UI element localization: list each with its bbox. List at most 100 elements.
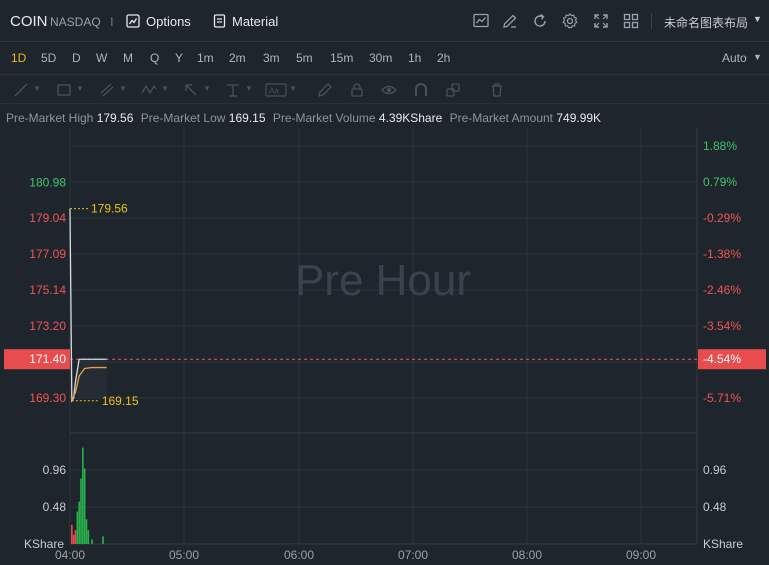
time-tick-label: 06:00 <box>284 548 314 562</box>
period-15m[interactable]: 15m <box>330 51 353 65</box>
volume-bar <box>74 530 77 544</box>
chevron-down-icon[interactable]: ▼ <box>119 84 127 93</box>
time-tick-label: 09:00 <box>626 548 656 562</box>
wave-tool-icon[interactable] <box>140 81 158 99</box>
percent-tick-label: -3.54% <box>703 319 741 333</box>
premarket-amount-value: 749.99K <box>556 111 602 125</box>
price-tick-label: 175.14 <box>29 283 66 297</box>
volume-bar <box>102 536 104 544</box>
fib-tool-icon[interactable] <box>224 81 242 99</box>
settings-icon[interactable] <box>561 12 579 30</box>
grid-layout-icon[interactable] <box>622 12 640 30</box>
volume-bar <box>87 530 90 544</box>
channel-tool-icon[interactable] <box>98 81 116 99</box>
period-30m[interactable]: 30m <box>369 51 392 65</box>
line-tool-icon[interactable] <box>12 81 30 99</box>
material-label: Material <box>232 13 279 29</box>
chevron-down-icon[interactable]: ▼ <box>161 84 169 93</box>
time-tick-label: 05:00 <box>169 548 199 562</box>
text-tool-icon[interactable]: Aa <box>265 81 287 99</box>
percent-tick-label: -2.46% <box>703 283 741 297</box>
eye-icon[interactable] <box>380 81 398 99</box>
period-5m[interactable]: 5m <box>296 51 313 65</box>
volume-bar <box>83 468 86 544</box>
period-1d[interactable]: 1D <box>11 51 26 65</box>
price-tick-label: 173.20 <box>29 319 66 333</box>
trash-icon[interactable] <box>488 81 506 99</box>
current-price-label: 171.40 <box>29 352 66 366</box>
chevron-down-icon[interactable]: ▼ <box>203 84 211 93</box>
price-area <box>77 359 107 398</box>
chevron-down-icon[interactable]: ▼ <box>753 14 762 24</box>
header-separator: I <box>110 14 114 29</box>
layout-name[interactable]: 未命名图表布局 <box>664 14 748 31</box>
chart-grid <box>69 128 698 545</box>
current-change-label: -4.54% <box>703 352 741 366</box>
magnet-icon[interactable] <box>412 81 430 99</box>
volume-tick-label-right: 0.96 <box>703 463 727 477</box>
volume-tick-label-right: 0.48 <box>703 500 727 514</box>
edit-icon[interactable] <box>501 12 519 30</box>
price-tick-label: 179.04 <box>29 211 66 225</box>
premarket-high-value: 179.56 <box>96 111 134 125</box>
chart-watermark: Pre Hour <box>295 256 471 305</box>
refresh-icon[interactable] <box>531 12 549 30</box>
options-button[interactable]: Options <box>126 11 191 31</box>
period-w[interactable]: W <box>96 51 107 65</box>
volume-bar <box>85 519 88 544</box>
header-divider <box>651 13 652 29</box>
exchange-label: NASDAQ <box>50 15 101 29</box>
chevron-down-icon[interactable]: ▼ <box>76 84 84 93</box>
pencil-icon[interactable] <box>316 81 334 99</box>
percent-tick-label: -0.29% <box>703 211 741 225</box>
time-tick-label: 04:00 <box>55 548 85 562</box>
percent-tick-label: -5.71% <box>703 391 741 405</box>
fullscreen-icon[interactable] <box>592 12 610 30</box>
time-tick-label: 08:00 <box>512 548 542 562</box>
arrow-tool-icon[interactable] <box>182 81 200 99</box>
period-1h[interactable]: 1h <box>408 51 421 65</box>
price-chart[interactable]: Pre Hour 179.56 169.15 180.98 179.04 177.09… <box>0 128 769 565</box>
high-marker-label: 179.56 <box>91 202 128 216</box>
volume-bar <box>71 524 73 544</box>
chart-icon[interactable] <box>472 12 490 30</box>
volume-bar <box>78 501 80 544</box>
link-icon[interactable] <box>444 81 462 99</box>
scale-mode-select[interactable]: Auto <box>722 51 747 65</box>
period-2h[interactable]: 2h <box>437 51 450 65</box>
premarket-high-label: Pre-Market High <box>6 111 94 125</box>
period-m[interactable]: M <box>123 51 133 65</box>
premarket-low-label: Pre-Market Low <box>140 111 226 125</box>
options-icon <box>126 14 140 28</box>
rectangle-tool-icon[interactable] <box>55 81 73 99</box>
premarket-stats: Pre-Market High 179.56 Pre-Market Low 16… <box>6 111 605 125</box>
period-2m[interactable]: 2m <box>229 51 246 65</box>
price-tick-label: 180.98 <box>29 175 66 189</box>
volume-bars <box>71 447 104 544</box>
options-label: Options <box>146 13 191 29</box>
chevron-down-icon[interactable]: ▼ <box>753 52 762 62</box>
drawing-toolbar: ▼ ▼ ▼ ▼ ▼ ▼ Aa ▼ <box>0 74 769 104</box>
period-1m[interactable]: 1m <box>197 51 214 65</box>
period-q[interactable]: Q <box>150 51 159 65</box>
volume-bar <box>91 539 93 544</box>
price-tick-label: 177.09 <box>29 247 66 261</box>
percent-tick-label: 0.79% <box>703 175 737 189</box>
period-y[interactable]: Y <box>175 51 183 65</box>
premarket-low-value: 169.15 <box>228 111 266 125</box>
price-tick-label: 169.30 <box>29 391 66 405</box>
period-3m[interactable]: 3m <box>263 51 280 65</box>
chevron-down-icon[interactable]: ▼ <box>289 84 297 93</box>
volume-tick-label: 0.96 <box>43 463 67 477</box>
chevron-down-icon[interactable]: ▼ <box>245 84 253 93</box>
volume-bar <box>76 511 79 544</box>
lock-icon[interactable] <box>348 81 366 99</box>
ticker-symbol[interactable]: COIN <box>10 13 48 30</box>
svg-text:Aa: Aa <box>269 87 279 96</box>
period-d[interactable]: D <box>72 51 81 65</box>
material-button[interactable]: Material <box>213 11 278 31</box>
percent-tick-label: 1.88% <box>703 139 737 153</box>
period-5d[interactable]: 5D <box>41 51 56 65</box>
volume-bar <box>72 534 75 544</box>
chevron-down-icon[interactable]: ▼ <box>33 84 41 93</box>
